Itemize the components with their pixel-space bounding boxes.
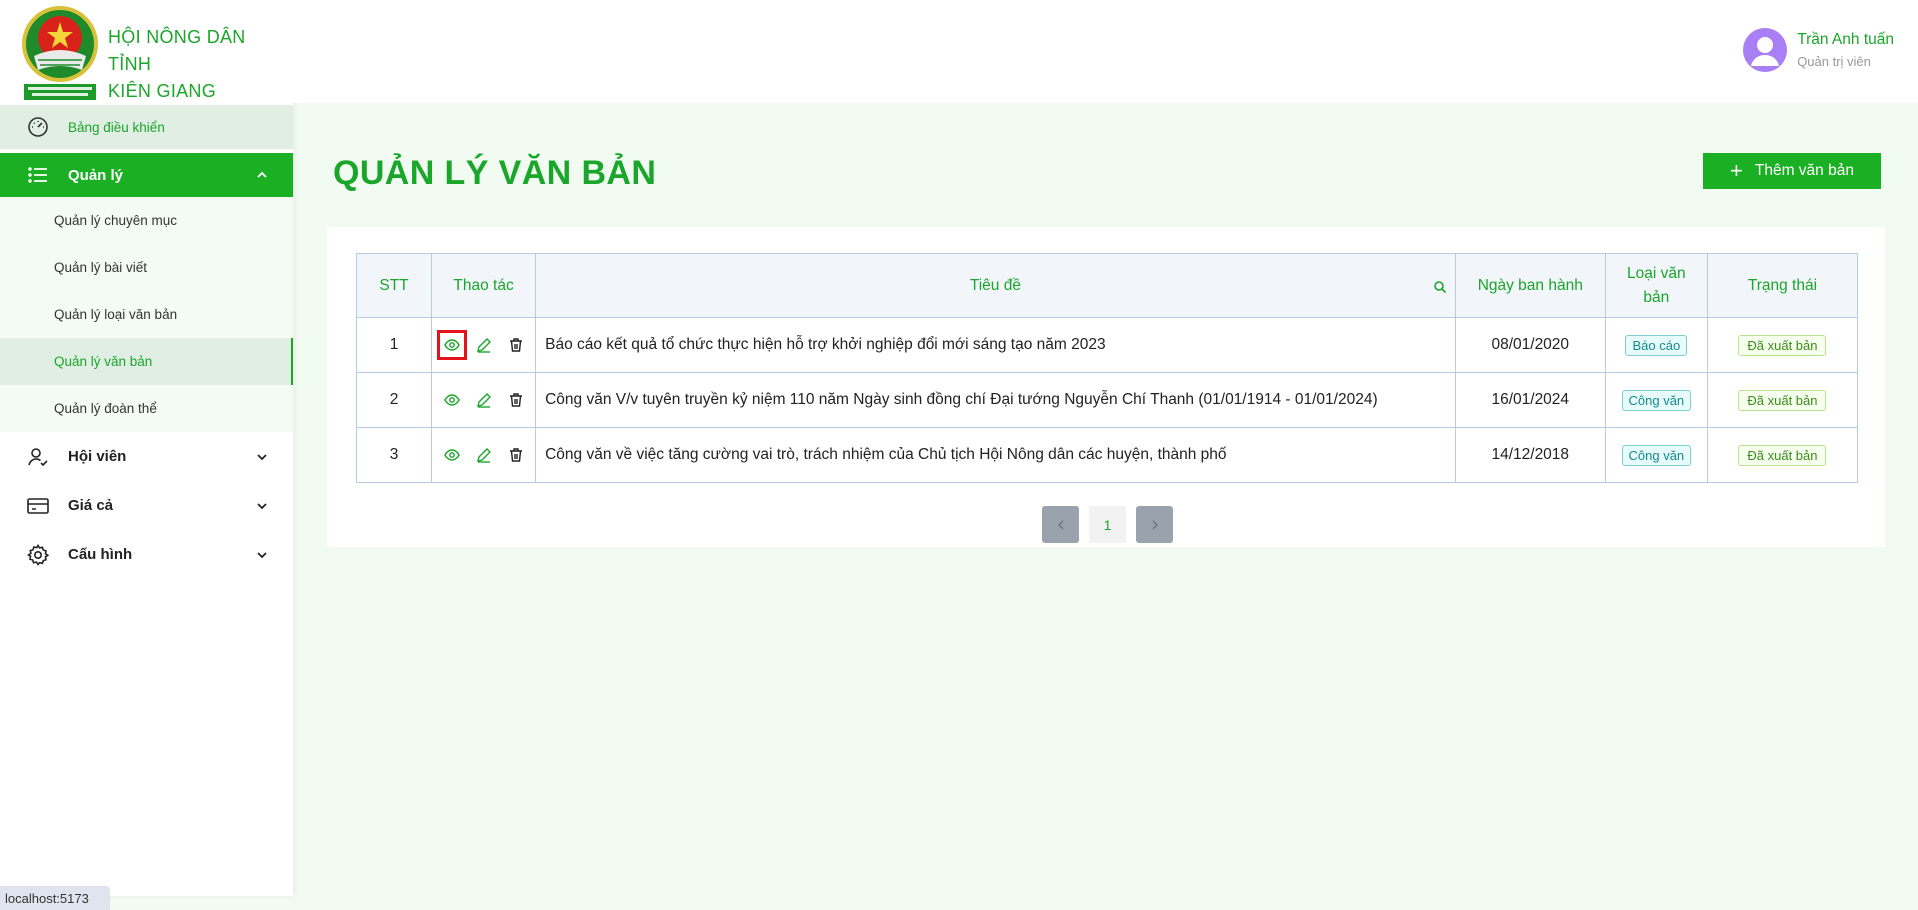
delete-icon[interactable]: [505, 334, 527, 356]
col-header-actions: Thao tác: [431, 253, 537, 318]
cell-actions: [431, 317, 537, 373]
type-badge: Công văn: [1621, 444, 1692, 466]
documents-card: STT Thao tác Tiêu đề Ngày ban hành Loại …: [327, 227, 1885, 547]
cell-type: Công văn: [1604, 372, 1708, 428]
col-header-status: Trạng thái: [1706, 253, 1859, 318]
avatar: [1743, 28, 1788, 72]
sidebar-item-label: Bảng điều khiển: [68, 119, 165, 135]
sidebar-item-categories[interactable]: Quản lý chuyên mục: [0, 197, 293, 244]
sidebar-item-label: Hội viên: [68, 448, 127, 465]
delete-icon[interactable]: [505, 444, 527, 466]
sidebar-item-label: Giá cả: [68, 497, 114, 514]
col-header-stt: STT: [355, 253, 433, 318]
view-icon[interactable]: [441, 444, 463, 466]
status-badge: Đã xuất bản: [1738, 334, 1827, 356]
cell-stt: 1: [355, 317, 433, 373]
col-header-type: Loại văn bản: [1604, 253, 1708, 318]
sidebar-item-settings[interactable]: Cấu hình: [0, 530, 293, 579]
page-title: QUẢN LÝ VĂN BẢN: [333, 154, 657, 192]
documents-table: STT Thao tác Tiêu đề Ngày ban hành Loại …: [355, 253, 1859, 483]
sidebar-item-document-types[interactable]: Quản lý loại văn bản: [0, 291, 293, 338]
chevron-down-icon: [255, 548, 269, 562]
gear-icon: [26, 543, 50, 567]
cell-type: Công văn: [1604, 427, 1708, 483]
edit-icon[interactable]: [473, 334, 495, 356]
type-badge: Công văn: [1621, 389, 1692, 411]
cell-status: Đã xuất bản: [1706, 427, 1859, 483]
user-menu[interactable]: Trần Anh tuấn Quản trị viên: [1743, 28, 1894, 72]
chevron-down-icon: [255, 450, 269, 464]
user-name: Trần Anh tuấn: [1797, 31, 1894, 48]
sidebar-item-documents[interactable]: Quản lý văn bản: [0, 338, 293, 385]
cell-title[interactable]: Công văn V/v tuyên truyền kỷ niệm 110 nă…: [535, 372, 1456, 428]
table-row: 3 Công văn về việc tăng cường vai trò, t…: [355, 427, 1859, 483]
cell-date: 14/12/2018: [1454, 427, 1606, 483]
edit-icon[interactable]: [473, 389, 495, 411]
status-badge: Đã xuất bản: [1738, 444, 1827, 466]
status-badge: Đã xuất bản: [1738, 389, 1827, 411]
user-icon: [26, 445, 50, 469]
cell-date: 16/01/2024: [1454, 372, 1606, 428]
sidebar-item-manage[interactable]: Quản lý: [0, 153, 293, 197]
prev-page-button[interactable]: [1042, 506, 1079, 543]
cell-stt: 3: [355, 427, 433, 483]
top-header: Trần Anh tuấn Quản trị viên: [293, 0, 1918, 103]
cell-title[interactable]: Công văn về việc tăng cường vai trò, trá…: [535, 427, 1456, 483]
cell-status: Đã xuất bản: [1706, 317, 1859, 373]
table-row: 2 Công văn V/v tuyên truyền kỷ niệm 110 …: [355, 372, 1859, 428]
cell-date: 08/01/2020: [1454, 317, 1606, 373]
sidebar-item-posts[interactable]: Quản lý bài viết: [0, 244, 293, 291]
cell-title[interactable]: Báo cáo kết quả tổ chức thực hiện hỗ trợ…: [535, 317, 1456, 373]
brand[interactable]: HỘI NÔNG DÂN TỈNH KIÊN GIANG: [0, 0, 293, 103]
list-icon: [26, 163, 50, 187]
sidebar-item-organizations[interactable]: Quản lý đoàn thể: [0, 385, 293, 432]
delete-icon[interactable]: [505, 389, 527, 411]
logo-emblem: [18, 4, 102, 100]
sidebar-item-dashboard[interactable]: Bảng điều khiển: [0, 105, 293, 149]
view-icon[interactable]: [436, 330, 467, 360]
table-row: 1 Báo cáo kết quả tổ chức thực hiện hỗ t…: [355, 317, 1859, 373]
cell-actions: [431, 372, 537, 428]
sidebar-item-prices[interactable]: Giá cả: [0, 481, 293, 530]
add-document-label: Thêm văn bản: [1754, 162, 1854, 179]
chevron-down-icon: [255, 499, 269, 513]
page-number[interactable]: 1: [1089, 506, 1126, 543]
cell-actions: [431, 427, 537, 483]
sidebar-item-label: Quản lý: [68, 166, 124, 184]
brand-name: HỘI NÔNG DÂN TỈNH KIÊN GIANG: [108, 24, 293, 105]
plus-icon: +: [1730, 158, 1743, 183]
cell-status: Đã xuất bản: [1706, 372, 1859, 428]
user-role: Quản trị viên: [1797, 54, 1871, 69]
credit-card-icon: [26, 494, 50, 518]
pagination: 1: [1042, 506, 1173, 543]
table-header-row: STT Thao tác Tiêu đề Ngày ban hành Loại …: [355, 253, 1859, 318]
submenu-manage: Quản lý chuyên mục Quản lý bài viết Quản…: [0, 197, 293, 432]
cell-type: Báo cáo: [1604, 317, 1708, 373]
add-document-button[interactable]: + Thêm văn bản: [1703, 153, 1881, 189]
sidebar: HỘI NÔNG DÂN TỈNH KIÊN GIANG Bảng điều k…: [0, 0, 293, 896]
chevron-up-icon: [255, 168, 269, 182]
brand-line-2: KIÊN GIANG: [108, 81, 217, 101]
speedometer-icon: [26, 115, 50, 139]
search-icon[interactable]: [1433, 280, 1447, 294]
cell-stt: 2: [355, 372, 433, 428]
sidebar-item-label: Cấu hình: [68, 546, 133, 563]
edit-icon[interactable]: [473, 444, 495, 466]
view-icon[interactable]: [441, 389, 463, 411]
brand-line-1: HỘI NÔNG DÂN TỈNH: [108, 27, 246, 74]
sidebar-item-members[interactable]: Hội viên: [0, 432, 293, 481]
col-header-title: Tiêu đề: [535, 253, 1456, 318]
col-header-date: Ngày ban hành: [1454, 253, 1606, 318]
col-header-title-label: Tiêu đề: [969, 276, 1021, 294]
status-url: localhost:5173: [0, 886, 110, 910]
next-page-button[interactable]: [1136, 506, 1173, 543]
type-badge: Báo cáo: [1625, 334, 1688, 356]
